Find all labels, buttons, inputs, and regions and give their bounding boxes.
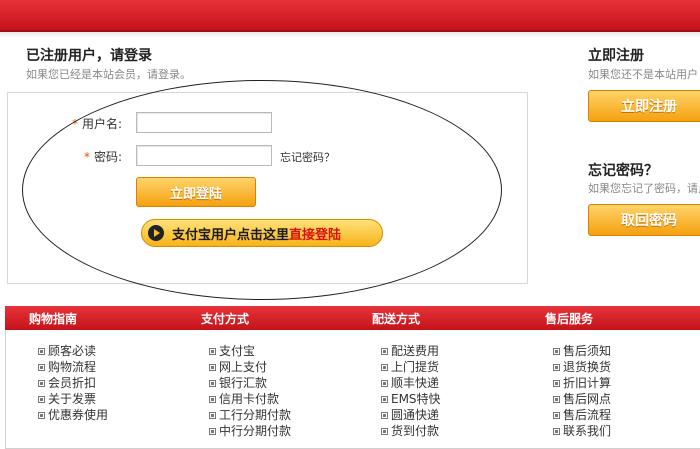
footer-link[interactable]: 会员折扣 <box>38 375 108 391</box>
footer-link[interactable]: 关于发票 <box>38 391 108 407</box>
footer-link[interactable]: 售后流程 <box>553 407 611 423</box>
footer-link[interactable]: 顺丰快递 <box>381 375 441 391</box>
bullet-icon <box>553 411 560 419</box>
login-title: 已注册用户，请登录 <box>26 48 152 64</box>
footer-link[interactable]: 网上支付 <box>209 359 291 375</box>
bullet-icon <box>209 411 216 419</box>
footer-col-payment: 支付宝 网上支付 银行汇款 信用卡付款 工行分期付款 中行分期付款 <box>209 343 291 439</box>
footer-link[interactable]: 支付宝 <box>209 343 291 359</box>
footer-link[interactable]: 货到付款 <box>381 423 441 439</box>
bullet-icon <box>38 347 45 355</box>
top-banner <box>0 0 700 32</box>
footer-link[interactable]: 售后网点 <box>553 391 611 407</box>
bullet-icon <box>553 395 560 403</box>
forgot-subtitle: 如果您忘记了密码，请点 <box>588 182 700 195</box>
footer-col-delivery: 配送费用 上门提货 顺丰快递 EMS特快 圆通快递 货到付款 <box>381 343 441 439</box>
bullet-icon <box>209 427 216 435</box>
bullet-icon <box>553 379 560 387</box>
bullet-icon <box>381 411 388 419</box>
footer-link[interactable]: 工行分期付款 <box>209 407 291 423</box>
bullet-icon <box>553 363 560 371</box>
footer-col-title: 支付方式 <box>201 312 250 326</box>
bullet-icon <box>553 347 560 355</box>
forgot-title: 忘记密码？ <box>588 163 658 179</box>
footer-link[interactable]: 中行分期付款 <box>209 423 291 439</box>
bullet-icon <box>209 363 216 371</box>
bullet-icon <box>38 395 45 403</box>
footer-link[interactable]: 优惠券使用 <box>38 407 108 423</box>
bullet-icon <box>209 347 216 355</box>
bullet-icon <box>381 347 388 355</box>
footer-link[interactable]: 退货换货 <box>553 359 611 375</box>
register-title: 立即注册 <box>588 48 644 64</box>
bullet-icon <box>209 379 216 387</box>
footer-link[interactable]: 圆通快递 <box>381 407 441 423</box>
retrieve-password-button[interactable]: 取回密码 <box>588 204 700 236</box>
footer-col-title: 售后服务 <box>545 312 594 326</box>
footer-link[interactable]: 信用卡付款 <box>209 391 291 407</box>
bullet-icon <box>38 379 45 387</box>
footer-link[interactable]: EMS特快 <box>381 391 441 407</box>
footer-link[interactable]: 联系我们 <box>553 423 611 439</box>
bullet-icon <box>38 363 45 371</box>
footer-col-title: 购物指南 <box>29 312 78 326</box>
footer-header-bar <box>5 306 700 330</box>
footer-link[interactable]: 上门提货 <box>381 359 441 375</box>
bullet-icon <box>381 379 388 387</box>
register-button[interactable]: 立即注册 <box>588 90 700 122</box>
footer-col-after-sales: 售后须知 退货换货 折旧计算 售后网点 售后流程 联系我们 <box>553 343 611 439</box>
banner-shadow <box>0 32 700 38</box>
hand-drawn-ellipse <box>22 80 502 300</box>
bullet-icon <box>381 363 388 371</box>
footer-link[interactable]: 配送费用 <box>381 343 441 359</box>
footer-link[interactable]: 顾客必读 <box>38 343 108 359</box>
footer-link[interactable]: 折旧计算 <box>553 375 611 391</box>
footer-link[interactable]: 银行汇款 <box>209 375 291 391</box>
bullet-icon <box>209 395 216 403</box>
bullet-icon <box>553 427 560 435</box>
login-subtitle: 如果您已经是本站会员，请登录。 <box>26 68 191 81</box>
footer-link[interactable]: 购物流程 <box>38 359 108 375</box>
bullet-icon <box>38 411 45 419</box>
bullet-icon <box>381 427 388 435</box>
register-subtitle: 如果您还不是本站用户 <box>588 68 698 81</box>
footer-link[interactable]: 售后须知 <box>553 343 611 359</box>
footer-col-title: 配送方式 <box>372 312 421 326</box>
footer-col-shopping-guide: 顾客必读 购物流程 会员折扣 关于发票 优惠券使用 <box>38 343 108 423</box>
bullet-icon <box>381 395 388 403</box>
